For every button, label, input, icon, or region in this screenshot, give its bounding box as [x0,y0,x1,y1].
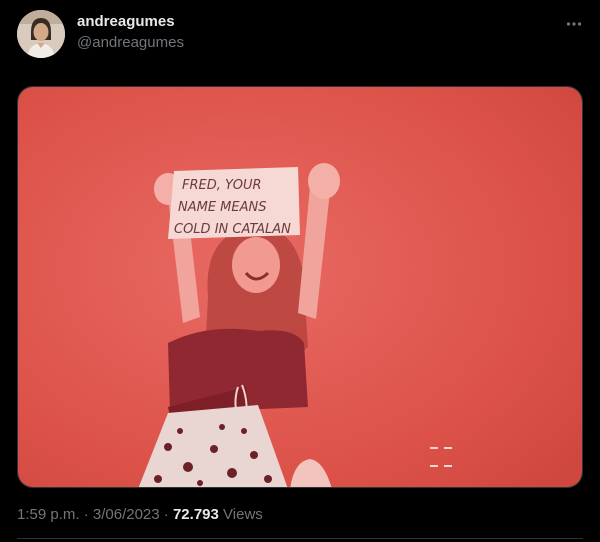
avatar-image [17,10,65,58]
handwritten-sign: FRED, YOUR NAME MEANS COLD IN CATALAN [168,167,300,239]
username-handle[interactable]: @andreagumes [77,33,184,53]
avatar[interactable] [17,10,65,58]
sign-line-3: COLD IN CATALAN [174,222,291,237]
views-count: 72.793 [172,506,219,523]
tweet-photo[interactable]: FRED, YOUR NAME MEANS COLD IN CATALAN [17,86,583,488]
concert-photo: FRED, YOUR NAME MEANS COLD IN CATALAN [18,87,582,487]
separator: · [83,506,89,523]
tweet-metadata: 1:59 p.m. · 3/06/2023 · 72.793 Views [17,505,263,525]
separator: · [163,506,169,523]
more-horizontal-icon [566,22,582,26]
author-info: andreagumes @andreagumes [77,12,184,53]
views-label: Views [223,506,263,523]
tweet-time: 1:59 p.m. [17,506,80,523]
more-options-button[interactable] [560,10,588,38]
tweet: andreagumes @andreagumes FRED, YOUR NAME… [0,0,600,542]
display-name[interactable]: andreagumes [77,12,184,32]
tweet-date: 3/06/2023 [92,506,160,523]
timestamp[interactable]: 1:59 p.m. · 3/06/2023 [17,506,160,523]
sign-line-2: NAME MEANS [178,200,266,215]
sign-line-1: FRED, YOUR [182,178,262,193]
divider [17,538,583,539]
